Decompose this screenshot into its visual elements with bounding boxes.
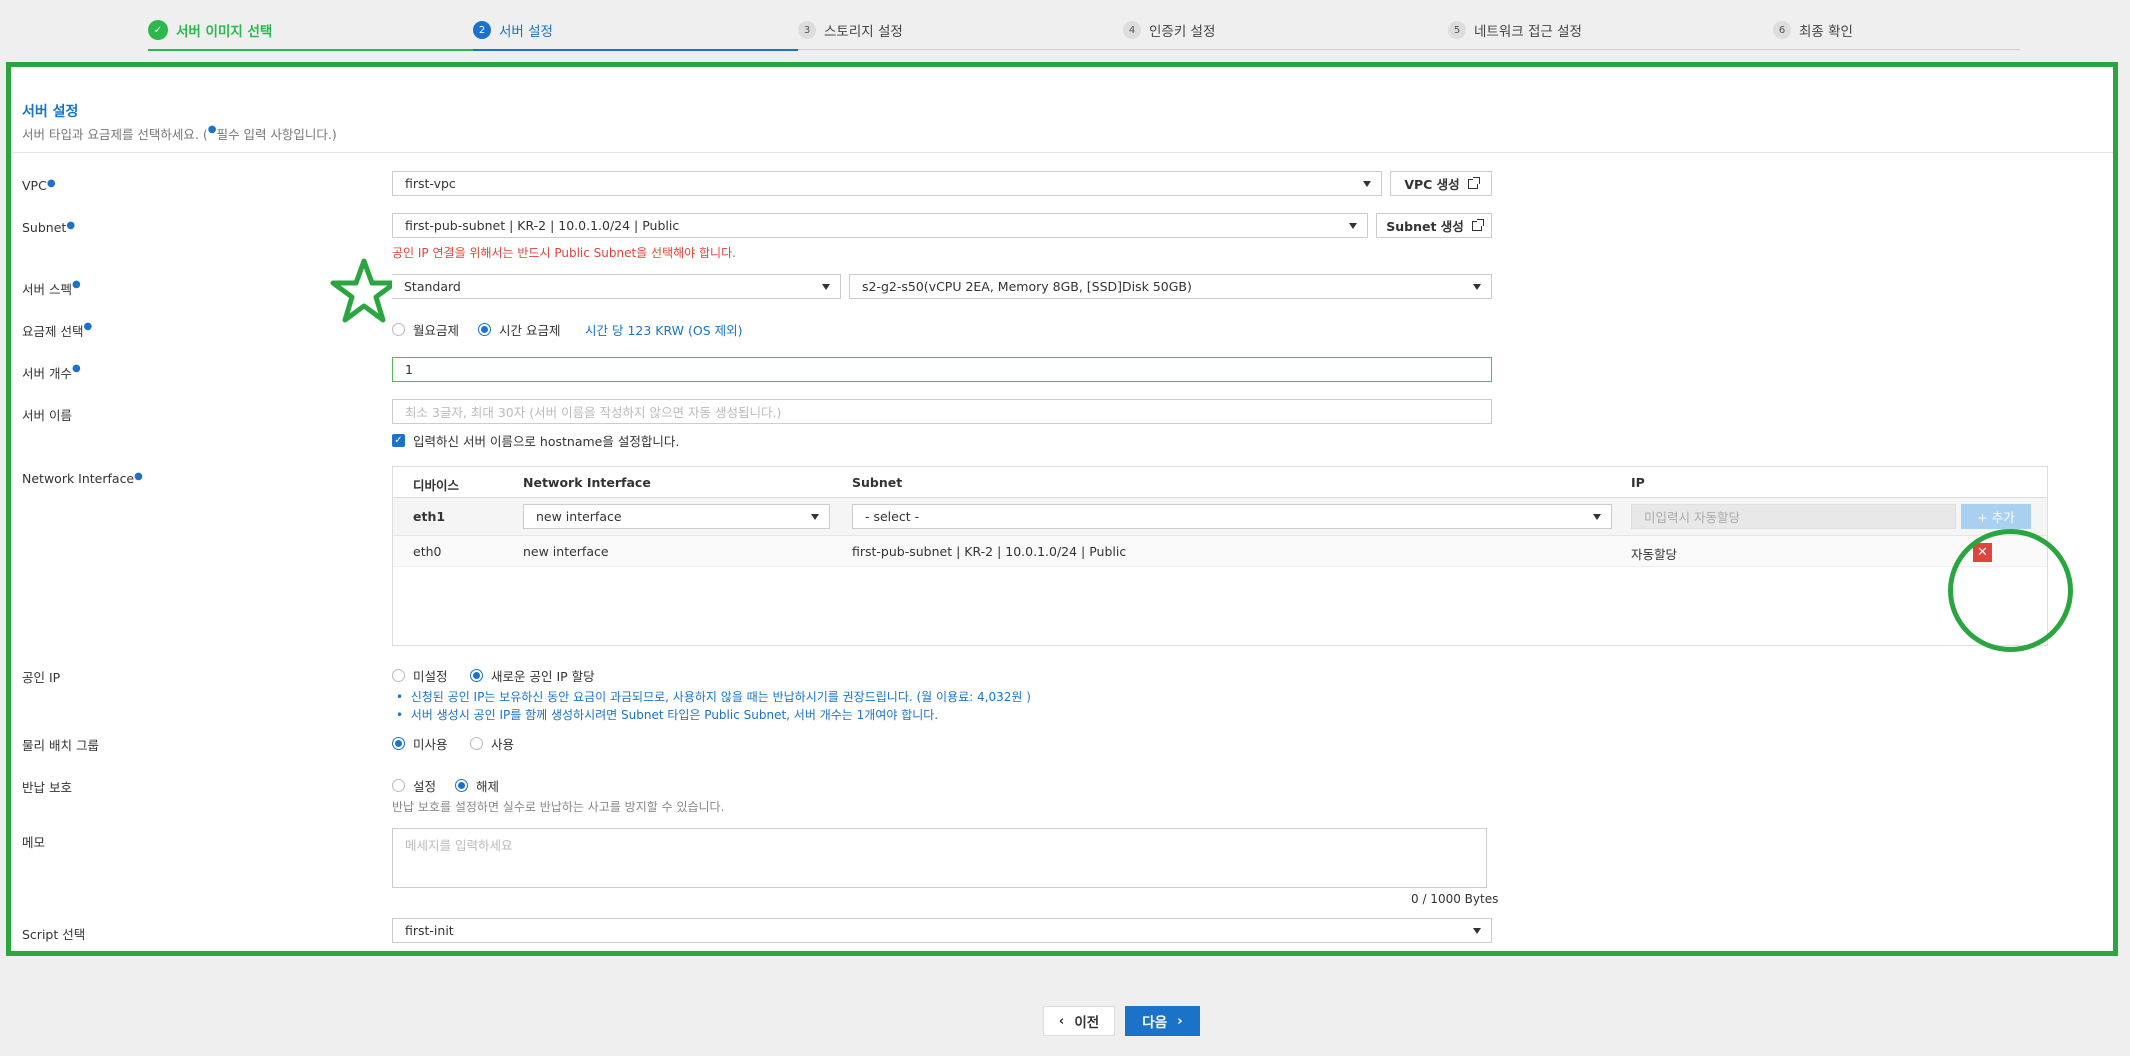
public-ip-label: 공인 IP	[22, 670, 61, 685]
required-dot-icon: ●	[66, 220, 76, 231]
pricing-monthly-radio[interactable]: 월요금제	[392, 320, 459, 339]
caret-down-icon	[1349, 223, 1357, 229]
step-final-confirm[interactable]: 6 최종 확인	[1773, 20, 1853, 40]
caret-down-icon	[1473, 284, 1481, 290]
step-label: 스토리지 설정	[824, 24, 903, 40]
section-description: 서버 타입과 요금제를 선택하세요. (●필수 입력 사항입니다.)	[22, 124, 337, 142]
row-subnet-select[interactable]: - select -	[852, 504, 1612, 529]
pricing-label: 요금제 선택●	[22, 321, 93, 339]
step-auth-key[interactable]: 4 인증키 설정	[1123, 20, 1215, 40]
add-interface-button[interactable]: + 추가	[1961, 504, 2031, 529]
check-icon: ✓	[392, 434, 405, 447]
subnet-select[interactable]: first-pub-subnet | KR-2 | 10.0.1.0/24 | …	[392, 213, 1368, 238]
step-progress-done	[148, 49, 473, 51]
step-label: 서버 이미지 선택	[176, 24, 273, 40]
spec-type-select[interactable]: Standard	[392, 274, 841, 299]
ip-input[interactable]: 미입력시 자동할당	[1631, 504, 1956, 529]
public-ip-new-radio[interactable]: 새로운 공인 IP 할당	[470, 666, 595, 685]
public-ip-note-1: • 신청된 공인 IP는 보유하신 동안 요금이 과금되므로, 사용하지 않을 …	[396, 690, 1031, 704]
step-server-image[interactable]: ✓ 서버 이미지 선택	[148, 20, 272, 40]
create-vpc-button[interactable]: VPC 생성	[1390, 171, 1492, 196]
step-progress-remaining	[798, 49, 2020, 50]
caret-down-icon	[822, 284, 830, 290]
script-select[interactable]: first-init	[392, 918, 1492, 943]
step-number: 5	[1448, 21, 1466, 39]
protection-unset-radio[interactable]: 해제	[455, 776, 499, 795]
interface-select[interactable]: new interface	[523, 504, 830, 529]
step-label: 최종 확인	[1799, 24, 1853, 40]
network-interface-table: 디바이스 Network Interface Subnet IP eth1 ne…	[392, 466, 2048, 646]
step-number: 3	[798, 21, 816, 39]
memo-textarea[interactable]: 메세지를 입력하세요	[392, 828, 1487, 888]
step-number: 4	[1123, 21, 1141, 39]
server-name-input[interactable]: 최소 3글자, 최대 30자 (서버 이름을 작성하지 않으면 자동 생성됩니다…	[392, 399, 1492, 424]
section-header: 서버 설정 서버 타입과 요금제를 선택하세요. (●필수 입력 사항입니다.)	[11, 67, 2113, 153]
required-dot-icon: ●	[46, 178, 56, 189]
step-storage[interactable]: 3 스토리지 설정	[798, 20, 903, 40]
external-link-icon	[1467, 176, 1480, 189]
network-interface-label: Network Interface●	[22, 471, 143, 486]
placement-used-radio[interactable]: 사용	[470, 734, 514, 753]
step-network-access[interactable]: 5 네트워크 접근 설정	[1448, 20, 1582, 40]
subnet-warning: 공인 IP 연결을 위해서는 반드시 Public Subnet을 선택해야 합…	[392, 246, 736, 260]
next-button[interactable]: 다음 ›	[1125, 1006, 1200, 1036]
caret-down-icon	[1363, 181, 1371, 187]
memo-byte-counter: 0 / 1000 Bytes	[1411, 892, 1499, 906]
protection-set-radio[interactable]: 설정	[392, 776, 436, 795]
step-number: 6	[1773, 21, 1791, 39]
prev-button[interactable]: ‹ 이전	[1043, 1006, 1115, 1036]
table-row: eth0 new interface first-pub-subnet | KR…	[393, 536, 2047, 567]
star-annotation-icon	[330, 258, 398, 323]
section-title: 서버 설정	[22, 104, 79, 120]
highlight-circle	[1948, 529, 2073, 652]
check-icon: ✓	[148, 20, 168, 40]
server-name-label: 서버 이름	[22, 408, 72, 423]
script-label: Script 선택	[22, 927, 86, 942]
required-dot-icon: ●	[71, 363, 81, 374]
placement-group-label: 물리 배치 그룹	[22, 738, 99, 753]
required-dot-icon: ●	[71, 279, 81, 290]
memo-label: 메모	[22, 835, 46, 850]
stepper: ✓ 서버 이미지 선택 2 서버 설정 3 스토리지 설정 4 인증키 설정 5…	[148, 20, 2020, 52]
step-number: 2	[473, 21, 491, 39]
caret-down-icon	[1593, 514, 1601, 520]
hostname-checkbox[interactable]: ✓ 입력하신 서버 이름으로 hostname을 설정합니다.	[392, 431, 679, 450]
protection-description: 반납 보호를 설정하면 실수로 반납하는 사고를 방지할 수 있습니다.	[392, 800, 725, 814]
vpc-label: VPC●	[22, 178, 56, 193]
external-link-icon	[1471, 218, 1484, 231]
return-protection-label: 반납 보호	[22, 780, 72, 795]
hourly-price: 시간 당 123 KRW (OS 제외)	[585, 323, 743, 338]
step-server-settings[interactable]: 2 서버 설정	[473, 20, 553, 40]
server-count-label: 서버 개수●	[22, 363, 81, 381]
create-subnet-button[interactable]: Subnet 생성	[1376, 213, 1492, 238]
spec-label: 서버 스펙●	[22, 279, 81, 297]
step-label: 네트워크 접근 설정	[1474, 24, 1582, 40]
subnet-label: Subnet●	[22, 220, 76, 235]
server-count-input[interactable]: 1	[392, 357, 1492, 382]
required-dot-icon: ●	[134, 471, 143, 482]
step-progress-active	[473, 49, 798, 51]
step-label: 서버 설정	[499, 24, 553, 40]
caret-down-icon	[811, 514, 819, 520]
caret-down-icon	[1473, 928, 1481, 934]
step-label: 인증키 설정	[1149, 24, 1216, 40]
chevron-left-icon: ‹	[1058, 1013, 1065, 1029]
table-header: 디바이스 Network Interface Subnet IP	[393, 467, 2047, 498]
pricing-hourly-radio[interactable]: 시간 요금제	[478, 320, 560, 339]
required-dot-icon: ●	[83, 321, 93, 332]
table-row: eth1 new interface - select - 미입력시 자동할당 …	[393, 498, 2047, 536]
vpc-select[interactable]: first-vpc	[392, 171, 1382, 196]
server-settings-panel: 서버 설정 서버 타입과 요금제를 선택하세요. (●필수 입력 사항입니다.)…	[6, 62, 2118, 956]
public-ip-none-radio[interactable]: 미설정	[392, 666, 448, 685]
placement-unused-radio[interactable]: 미사용	[392, 734, 448, 753]
chevron-right-icon: ›	[1177, 1013, 1183, 1029]
spec-select[interactable]: s2-g2-s50(vCPU 2EA, Memory 8GB, [SSD]Dis…	[849, 274, 1492, 299]
public-ip-note-2: • 서버 생성시 공인 IP를 함께 생성하시려면 Subnet 타입은 Pub…	[396, 708, 939, 722]
